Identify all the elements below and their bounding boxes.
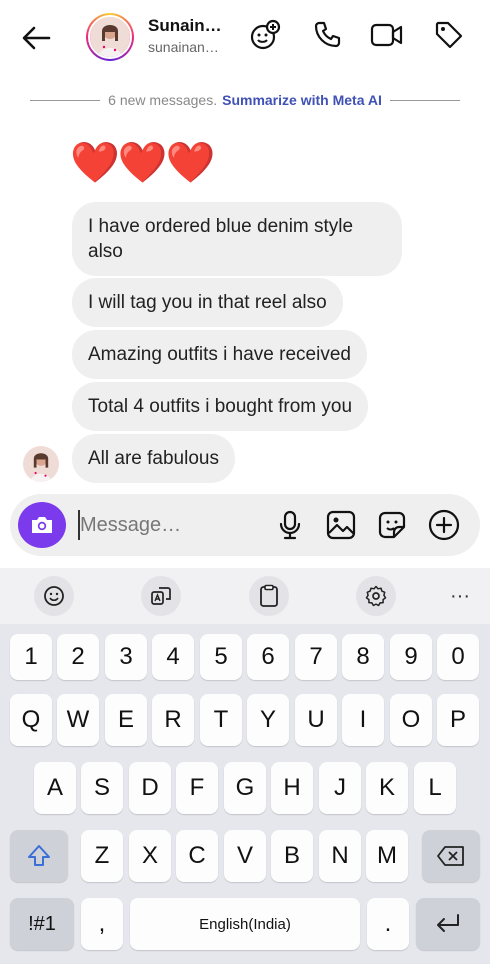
message-bubble[interactable]: I will tag you in that reel also: [72, 278, 343, 327]
avatar[interactable]: [86, 13, 134, 61]
key-w[interactable]: W: [57, 694, 99, 746]
key-s[interactable]: S: [81, 762, 123, 814]
key-8[interactable]: 8: [342, 634, 384, 680]
hearts-message[interactable]: ❤️❤️❤️: [70, 140, 215, 186]
key-p[interactable]: P: [437, 694, 479, 746]
key-4[interactable]: 4: [152, 634, 194, 680]
contact-name[interactable]: Sunain…: [148, 16, 222, 36]
chat-header: Sunain… sunainan…: [0, 0, 490, 76]
key-0[interactable]: 0: [437, 634, 479, 680]
message-composer: [10, 494, 480, 556]
new-messages-divider: 6 new messages. Summarize with Meta AI: [30, 90, 461, 110]
back-arrow-icon[interactable]: [18, 20, 54, 56]
key-l[interactable]: L: [414, 762, 456, 814]
key-k[interactable]: K: [366, 762, 408, 814]
key-6[interactable]: 6: [247, 634, 289, 680]
key-b[interactable]: B: [271, 830, 313, 882]
key-3[interactable]: 3: [105, 634, 147, 680]
key-a[interactable]: A: [34, 762, 76, 814]
message-input[interactable]: [78, 510, 248, 540]
microphone-icon[interactable]: [274, 509, 306, 541]
contact-username[interactable]: sunainan…: [148, 39, 219, 55]
keyboard-toolbar: ···: [0, 568, 490, 624]
face-add-icon[interactable]: [248, 18, 282, 52]
camera-icon[interactable]: [18, 502, 66, 548]
key-m[interactable]: M: [366, 830, 408, 882]
tag-icon[interactable]: [432, 18, 466, 52]
period-key[interactable]: .: [367, 898, 409, 950]
key-q[interactable]: Q: [10, 694, 52, 746]
phone-icon[interactable]: [310, 18, 344, 52]
key-u[interactable]: U: [295, 694, 337, 746]
video-icon[interactable]: [370, 18, 404, 52]
key-i[interactable]: I: [342, 694, 384, 746]
plus-icon[interactable]: [428, 509, 460, 541]
key-5[interactable]: 5: [200, 634, 242, 680]
key-t[interactable]: T: [200, 694, 242, 746]
enter-key[interactable]: [416, 898, 480, 950]
sticker-icon[interactable]: [376, 509, 408, 541]
key-d[interactable]: D: [129, 762, 171, 814]
key-9[interactable]: 9: [390, 634, 432, 680]
key-v[interactable]: V: [224, 830, 266, 882]
key-x[interactable]: X: [129, 830, 171, 882]
key-f[interactable]: F: [176, 762, 218, 814]
message-bubble[interactable]: All are fabulous: [72, 434, 235, 483]
enter-icon: [437, 914, 459, 932]
key-2[interactable]: 2: [57, 634, 99, 680]
message-bubble[interactable]: Amazing outfits i have received: [72, 330, 367, 379]
key-h[interactable]: H: [271, 762, 313, 814]
key-g[interactable]: G: [224, 762, 266, 814]
symbols-key[interactable]: !#1: [10, 898, 74, 950]
key-r[interactable]: R: [152, 694, 194, 746]
shift-icon: [28, 845, 50, 866]
keyboard: ··· 1 2 3 4 5 6 7 8 9 0 Q W E R T Y U I …: [0, 568, 490, 964]
divider-line: [30, 99, 101, 101]
key-c[interactable]: C: [176, 830, 218, 882]
key-y[interactable]: Y: [247, 694, 289, 746]
gallery-icon[interactable]: [325, 509, 357, 541]
message-bubble[interactable]: Total 4 outfits i bought from you: [72, 382, 369, 431]
key-n[interactable]: N: [319, 830, 361, 882]
key-z[interactable]: Z: [81, 830, 123, 882]
backspace-icon: [437, 846, 464, 866]
divider-line: [389, 99, 461, 101]
key-7[interactable]: 7: [295, 634, 337, 680]
translate-icon[interactable]: [141, 576, 181, 616]
new-messages-count: 6 new messages.: [108, 92, 218, 108]
key-o[interactable]: O: [390, 694, 432, 746]
message-bubble[interactable]: I have ordered blue denim style also: [72, 202, 402, 276]
emoji-icon[interactable]: [34, 576, 74, 616]
summarize-link[interactable]: Summarize with Meta AI: [222, 92, 382, 108]
comma-key[interactable]: ,: [81, 898, 123, 950]
key-e[interactable]: E: [105, 694, 147, 746]
sender-avatar[interactable]: [23, 446, 59, 482]
settings-icon[interactable]: [356, 576, 396, 616]
backspace-key[interactable]: [422, 830, 480, 882]
key-j[interactable]: J: [319, 762, 361, 814]
key-1[interactable]: 1: [10, 634, 52, 680]
space-key[interactable]: English(India): [130, 898, 360, 950]
shift-key[interactable]: [10, 830, 68, 882]
more-icon[interactable]: ···: [440, 576, 480, 616]
clipboard-icon[interactable]: [249, 576, 289, 616]
